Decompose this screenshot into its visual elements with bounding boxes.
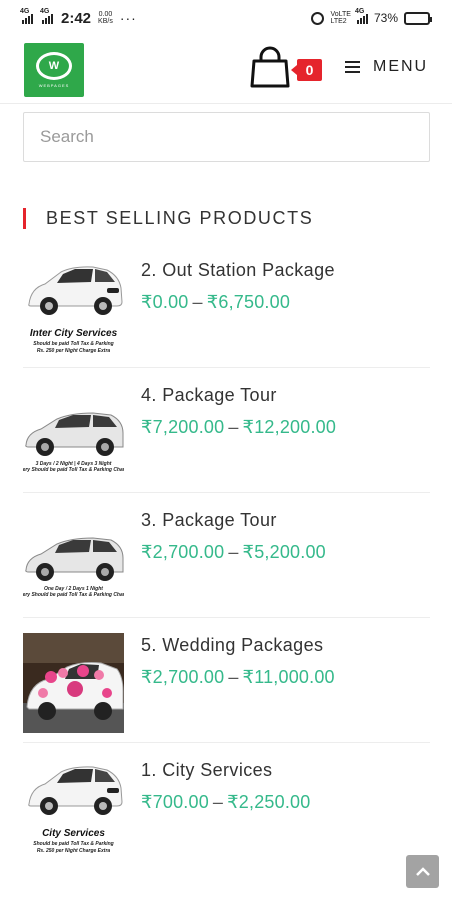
- lte-label: LTE2: [330, 18, 347, 25]
- product-title[interactable]: 4. Package Tour: [141, 383, 336, 407]
- product-info: 3. Package Tour ₹2,700.00– ₹5,200.00: [141, 508, 326, 563]
- product-title[interactable]: 3. Package Tour: [141, 508, 326, 532]
- volte-indicator: VoLTE LTE2: [330, 11, 351, 25]
- price-max: ₹11,000.00: [242, 667, 335, 687]
- product-divider: [23, 492, 430, 493]
- hamburger-icon: [345, 61, 360, 73]
- product-thumbnail[interactable]: Inter City Services Should be paid Toll T…: [23, 258, 124, 358]
- product-thumbnail[interactable]: [23, 633, 124, 733]
- price-separator: –: [228, 542, 239, 562]
- product-item[interactable]: 5. Wedding Packages ₹2,700.00– ₹11,000.00: [23, 633, 430, 758]
- thumbnail-caption: Inter City Services: [30, 328, 118, 339]
- product-item[interactable]: One Day / 2 Days 1 NightEvery Should be …: [23, 508, 430, 633]
- menu-button[interactable]: MENU: [345, 58, 428, 76]
- price-max: ₹5,200.00: [242, 542, 326, 562]
- network-speed: 0.00 KB/s: [98, 11, 113, 25]
- logo-mark: W: [36, 52, 72, 80]
- thumbnail-caption: City Services: [42, 828, 105, 839]
- network-type-label: 4G: [354, 8, 365, 15]
- price-separator: –: [192, 292, 203, 312]
- product-divider: [23, 367, 430, 368]
- search-input[interactable]: [23, 112, 430, 162]
- speed-value: 0.00: [98, 11, 113, 18]
- speed-unit: KB/s: [98, 18, 113, 25]
- product-item[interactable]: City Services Should be paid Toll Tax & P…: [23, 758, 430, 883]
- product-info: 2. Out Station Package ₹0.00– ₹6,750.00: [141, 258, 335, 313]
- status-time: 2:42: [61, 9, 92, 27]
- section-heading: BEST SELLING PRODUCTS: [23, 208, 313, 229]
- product-thumbnail[interactable]: City Services Should be paid Toll Tax & P…: [23, 758, 124, 858]
- signal-icon: 4G: [20, 8, 33, 24]
- product-thumbnail[interactable]: One Day / 2 Days 1 NightEvery Should be …: [23, 508, 124, 608]
- thumbnail-caption-sub2: Rs. 250 per Night Charge Extra: [37, 348, 111, 354]
- thumbnail-caption-sub2: Rs. 250 per Night Charge Extra: [37, 848, 111, 854]
- price-min: ₹2,700.00: [141, 667, 225, 687]
- section-title: BEST SELLING PRODUCTS: [46, 208, 314, 228]
- back-to-top-button[interactable]: [406, 855, 439, 888]
- more-notifications-icon: ···: [119, 10, 137, 26]
- product-info: 5. Wedding Packages ₹2,700.00– ₹11,000.00: [141, 633, 335, 688]
- price-separator: –: [212, 792, 224, 812]
- price-max: ₹6,750.00: [206, 292, 291, 312]
- thumbnail-caption-sub: Should be paid Toll Tax & Parking: [33, 341, 113, 347]
- signal-icon: 4G: [355, 8, 368, 24]
- product-title[interactable]: 1. City Services: [141, 758, 310, 782]
- battery-percentage: 73%: [373, 11, 398, 25]
- product-info: 1. City Services ₹700.00– ₹2,250.00: [141, 758, 310, 813]
- price-min: ₹0.00: [141, 292, 189, 312]
- product-item[interactable]: 3 Days / 2 Night | 4 Days 3 NightEvery S…: [23, 383, 430, 508]
- product-item[interactable]: Inter City Services Should be paid Toll T…: [23, 258, 430, 383]
- heading-accent-bar: [23, 208, 26, 229]
- product-title[interactable]: 5. Wedding Packages: [141, 633, 335, 657]
- site-header: W WEBPAGES 0 MENU: [0, 36, 452, 104]
- price-max: ₹12,200.00: [242, 417, 337, 437]
- signal-icon: 4G: [40, 8, 53, 24]
- product-price: ₹2,700.00– ₹5,200.00: [141, 542, 326, 563]
- price-min: ₹2,700.00: [141, 542, 225, 562]
- network-type-label: 4G: [20, 8, 30, 15]
- product-price: ₹0.00– ₹6,750.00: [141, 292, 335, 313]
- price-min: ₹7,200.00: [141, 417, 225, 437]
- menu-label: MENU: [373, 58, 429, 75]
- status-bar: 4G 4G 2:42 0.00 KB/s ··· VoLTE LTE2 4G 7…: [0, 0, 452, 36]
- thumbnail-caption-sub2: Every Should be paid Toll Tax & Parking …: [23, 467, 124, 473]
- price-separator: –: [228, 667, 239, 687]
- chevron-up-icon: [415, 866, 430, 876]
- volte-label: VoLTE: [330, 11, 351, 18]
- logo-tagline: WEBPAGES: [38, 83, 70, 88]
- network-type-label: 4G: [40, 8, 50, 15]
- battery-icon: [404, 11, 432, 25]
- product-price: ₹700.00– ₹2,250.00: [141, 792, 310, 813]
- shopping-bag-icon[interactable]: [248, 46, 292, 90]
- product-divider: [23, 742, 430, 743]
- product-price: ₹7,200.00– ₹12,200.00: [141, 417, 336, 438]
- product-price: ₹2,700.00– ₹11,000.00: [141, 667, 335, 688]
- thumbnail-caption-sub2: Every Should be paid Toll Tax & Parking …: [23, 592, 124, 598]
- price-separator: –: [228, 417, 239, 437]
- product-title[interactable]: 2. Out Station Package: [141, 258, 335, 282]
- price-min: ₹700.00: [141, 792, 209, 812]
- thumbnail-caption-sub: Should be paid Toll Tax & Parking: [33, 841, 113, 847]
- cart-count-badge[interactable]: 0: [291, 59, 322, 81]
- price-max: ₹2,250.00: [227, 792, 311, 812]
- product-thumbnail[interactable]: 3 Days / 2 Night | 4 Days 3 NightEvery S…: [23, 383, 124, 483]
- product-info: 4. Package Tour ₹7,200.00– ₹12,200.00: [141, 383, 336, 438]
- alarm-icon: [311, 11, 325, 25]
- product-divider: [23, 617, 430, 618]
- site-logo[interactable]: W WEBPAGES: [24, 43, 84, 97]
